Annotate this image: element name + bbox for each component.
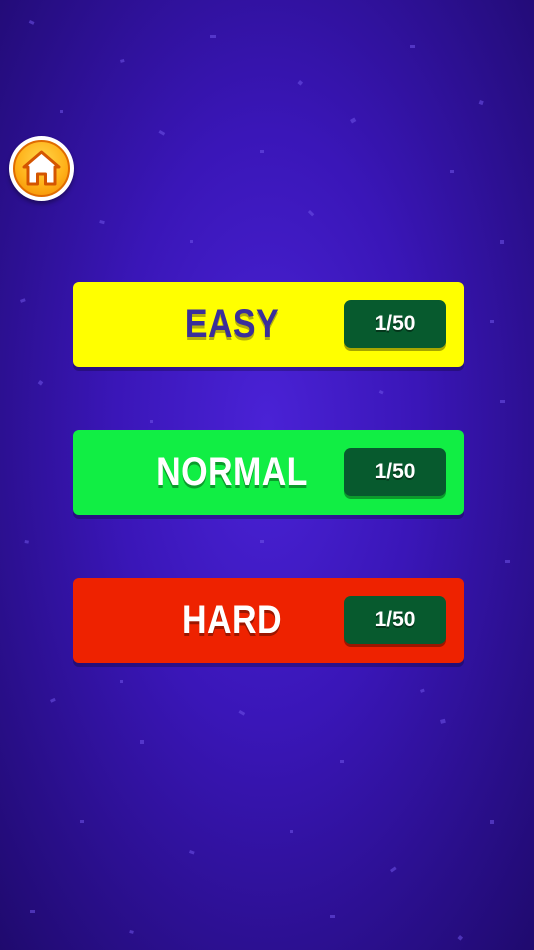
level-label-hard: HARD	[182, 598, 282, 642]
level-label-normal: NORMAL	[156, 450, 308, 494]
progress-badge-hard: 1/50	[344, 596, 446, 644]
progress-text-hard: 1/50	[374, 608, 416, 631]
progress-badge-easy: 1/50	[344, 300, 446, 348]
level-easy-button[interactable]: EASY 1/50	[73, 282, 464, 367]
home-icon	[22, 150, 61, 186]
progress-text-normal: 1/50	[374, 460, 416, 483]
progress-text-easy: 1/50	[374, 312, 416, 335]
progress-badge-normal: 1/50	[344, 448, 446, 496]
home-button[interactable]	[9, 136, 74, 201]
level-hard-button[interactable]: HARD 1/50	[73, 578, 464, 663]
level-label-easy: EASY	[184, 302, 280, 346]
level-normal-button[interactable]: NORMAL 1/50	[73, 430, 464, 515]
